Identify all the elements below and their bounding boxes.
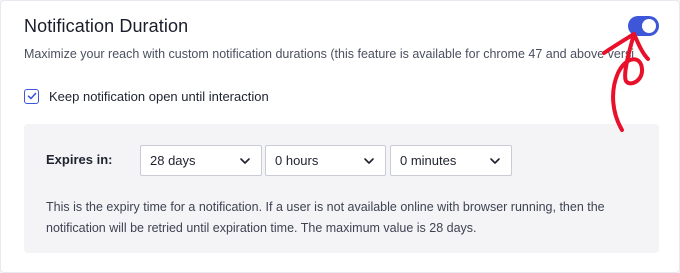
minutes-select[interactable]: 0 minutes [390, 145, 512, 176]
hours-select-value: 0 hours [275, 153, 319, 168]
minutes-select-value: 0 minutes [400, 153, 457, 168]
section-title: Notification Duration [24, 16, 189, 36]
notification-duration-card: Notification Duration Maximize your reac… [0, 0, 680, 273]
keep-open-label[interactable]: Keep notification open until interaction [49, 89, 269, 104]
keep-open-checkbox-row[interactable]: Keep notification open until interaction [24, 87, 269, 105]
days-select[interactable]: 28 days [140, 145, 262, 176]
hours-select[interactable]: 0 hours [265, 145, 386, 176]
keep-open-checkbox[interactable] [24, 88, 39, 104]
expiry-help-text: This is the expiry time for a notificati… [46, 200, 605, 235]
expires-label: Expires in: [46, 152, 113, 167]
days-select-value: 28 days [150, 153, 196, 168]
checkmark-icon [27, 92, 36, 100]
chevron-down-icon [364, 158, 374, 164]
chevron-down-icon [240, 158, 250, 164]
section-description: Maximize your reach with custom notifica… [24, 47, 634, 61]
expiry-panel: Expires in: 28 days 0 hours 0 minutes Th… [24, 124, 659, 253]
arrow-annotation [602, 32, 650, 132]
chevron-down-icon [490, 158, 500, 164]
